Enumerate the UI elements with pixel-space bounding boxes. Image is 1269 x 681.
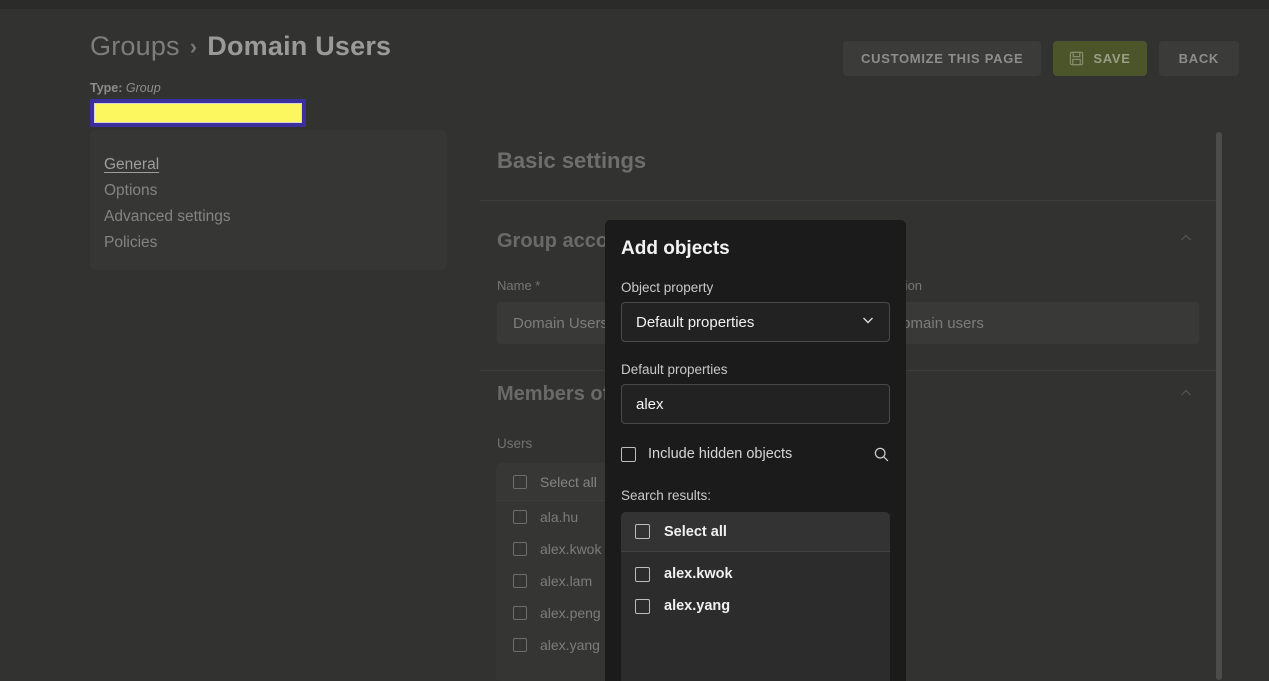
members-list-label: Users: [497, 436, 533, 451]
panel-divider-1: [479, 200, 1217, 201]
redaction-highlight-box: [90, 99, 306, 127]
results-select-all-label: Select all: [664, 523, 727, 540]
object-property-select-value: Default properties: [636, 313, 755, 331]
add-objects-dialog: Add objects Object property Default prop…: [605, 220, 906, 681]
header-actions: CUSTOMIZE THIS PAGE SAVE BACK: [843, 41, 1239, 76]
page-title: Basic settings: [497, 148, 647, 173]
save-icon: [1069, 51, 1084, 66]
include-hidden-objects-checkbox[interactable]: [621, 446, 636, 462]
members-select-all-checkbox[interactable]: [513, 474, 527, 489]
object-property-label: Object property: [621, 280, 714, 295]
sidebar-item-options[interactable]: Options: [104, 178, 157, 204]
object-type-line: Type: Group: [90, 81, 161, 95]
search-results-list: Select all alex.kwok alex.yang: [621, 512, 890, 681]
search-icon[interactable]: [873, 446, 890, 463]
list-item[interactable]: alex.kwok: [621, 558, 890, 590]
members-select-all-label: Select all: [540, 473, 597, 490]
search-results-label: Search results:: [621, 488, 712, 503]
member-label: alex.yang: [540, 637, 600, 653]
result-label: alex.kwok: [664, 566, 733, 582]
chevron-down-icon: [861, 313, 875, 331]
customize-this-page-button[interactable]: CUSTOMIZE THIS PAGE: [843, 41, 1042, 76]
window-top-strip: [0, 0, 1269, 9]
results-select-all-row[interactable]: Select all: [621, 512, 890, 552]
member-checkbox[interactable]: [513, 510, 527, 524]
results-select-all-checkbox[interactable]: [635, 524, 650, 539]
section-collapse-chevron-up-icon-group-account[interactable]: [1179, 231, 1193, 245]
app-root: Groups › Domain Users Type: Group CUSTOM…: [0, 0, 1269, 681]
member-checkbox[interactable]: [513, 574, 527, 588]
name-field-label: Name *: [497, 278, 541, 293]
breadcrumb-separator-icon: ›: [189, 34, 198, 59]
save-button-label: SAVE: [1093, 51, 1131, 66]
page-header: Groups › Domain Users Type: Group CUSTOM…: [0, 9, 1269, 127]
description-field[interactable]: All domain users: [857, 302, 1199, 344]
member-checkbox[interactable]: [513, 638, 527, 652]
member-label: alex.kwok: [540, 541, 602, 557]
include-hidden-objects-row: Include hidden objects: [621, 443, 890, 465]
list-item[interactable]: alex.yang: [621, 590, 890, 622]
result-checkbox[interactable]: [635, 566, 650, 582]
section-collapse-chevron-up-icon-members-of[interactable]: [1179, 386, 1193, 400]
settings-sidebar: General Options Advanced settings Polici…: [90, 130, 447, 270]
breadcrumb-root-link[interactable]: Groups: [90, 31, 180, 62]
member-checkbox[interactable]: [513, 542, 527, 556]
save-button[interactable]: SAVE: [1053, 41, 1147, 76]
member-label: alex.lam: [540, 573, 593, 589]
section-title-members-of: Members of: [497, 383, 610, 405]
dialog-title: Add objects: [621, 238, 730, 259]
include-hidden-objects-label: Include hidden objects: [648, 446, 793, 462]
result-checkbox[interactable]: [635, 598, 650, 614]
object-type-value: Group: [125, 81, 161, 95]
member-checkbox[interactable]: [513, 606, 527, 620]
breadcrumb-current: Domain Users: [207, 31, 392, 61]
member-label: alex.peng: [540, 605, 601, 621]
sidebar-item-advanced-settings[interactable]: Advanced settings: [104, 204, 231, 230]
back-button[interactable]: BACK: [1158, 41, 1239, 76]
main-scrollbar-thumb[interactable]: [1216, 132, 1222, 680]
search-input[interactable]: alex: [621, 384, 890, 424]
sidebar-item-general[interactable]: General: [104, 152, 159, 178]
member-label: ala.hu: [540, 509, 579, 525]
object-property-select[interactable]: Default properties: [621, 302, 890, 342]
redaction-fill: [94, 103, 302, 123]
default-properties-label: Default properties: [621, 362, 728, 377]
result-label: alex.yang: [664, 598, 731, 614]
breadcrumb: Groups › Domain Users: [90, 31, 391, 62]
object-type-label: Type:: [90, 81, 123, 95]
sidebar-item-policies[interactable]: Policies: [104, 230, 157, 256]
